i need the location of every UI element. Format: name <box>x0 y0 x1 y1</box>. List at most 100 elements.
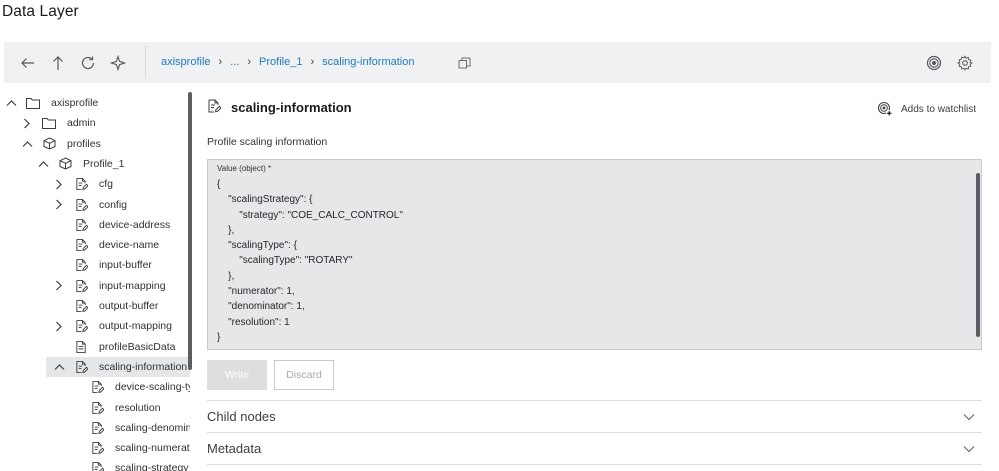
folder-icon <box>41 113 57 133</box>
toolbar-divider <box>145 46 146 79</box>
cube-icon <box>41 134 57 154</box>
tree-item-label: resolution <box>115 401 161 414</box>
breadcrumb-item-axisprofile[interactable]: axisprofile <box>161 56 211 68</box>
expander-placeholder <box>67 398 83 418</box>
document-edit-icon <box>89 377 105 397</box>
discard-button[interactable]: Discard <box>274 360 334 390</box>
breadcrumb-item-profile-1[interactable]: Profile_1 <box>259 56 302 68</box>
breadcrumb-separator-icon: › <box>247 56 252 68</box>
value-editor-scrollbar[interactable] <box>976 173 980 337</box>
breadcrumb: axisprofile › ... › Profile_1 › scaling-… <box>161 56 414 68</box>
tree-item[interactable]: scaling-strategy <box>67 458 189 471</box>
tree-item[interactable]: scaling-information <box>46 356 190 377</box>
watchlist-add-icon <box>877 101 893 117</box>
tree-item-label: axisprofile <box>51 97 99 109</box>
add-to-watchlist-button[interactable]: Adds to watchlist <box>877 101 976 117</box>
add-to-watchlist-label: Adds to watchlist <box>901 103 977 115</box>
toolbar: axisprofile › ... › Profile_1 › scaling-… <box>4 42 991 83</box>
node-title: scaling-information <box>231 100 352 115</box>
value-json-text[interactable]: { "scalingStrategy": { "strategy": "COE_… <box>217 177 403 345</box>
copy-icon[interactable] <box>453 52 475 74</box>
tree-item[interactable]: output-buffer <box>51 296 158 316</box>
chevron-right-icon[interactable] <box>19 113 35 133</box>
tree-item-label: Profile_1 <box>83 157 125 170</box>
folder-icon <box>25 93 41 113</box>
tree-item-label: admin <box>67 117 96 130</box>
document-edit-icon <box>73 316 89 336</box>
node-header: scaling-information <box>207 99 352 116</box>
tree-item-label: scaling-denomin <box>115 421 190 434</box>
chevron-right-icon[interactable] <box>51 316 67 336</box>
tree-item-label: cfg <box>99 178 114 191</box>
breadcrumb-separator-icon: › <box>218 56 223 68</box>
tree-item[interactable]: device-name <box>51 235 159 255</box>
chevron-up-icon[interactable] <box>3 93 19 113</box>
expander-placeholder <box>51 337 67 357</box>
chevron-down-icon <box>962 410 976 424</box>
document-edit-icon <box>73 195 89 215</box>
tree-scrollbar[interactable] <box>188 92 192 370</box>
chevron-right-icon[interactable] <box>51 174 67 194</box>
settings-gear-icon[interactable] <box>954 52 976 74</box>
document-edit-icon <box>73 276 89 296</box>
breadcrumb-item-ellipsis[interactable]: ... <box>230 56 239 68</box>
expander-placeholder <box>51 296 67 316</box>
tree-item[interactable]: profileBasicData <box>51 337 175 357</box>
chevron-right-icon[interactable] <box>51 195 67 215</box>
watchlist-icon[interactable] <box>923 52 945 74</box>
tree-item[interactable]: config <box>51 195 127 215</box>
tree-item[interactable]: profiles <box>19 134 101 154</box>
chevron-down-icon <box>962 442 976 456</box>
up-arrow-icon[interactable] <box>47 52 69 74</box>
tree-item-label: device-address <box>99 218 171 231</box>
write-button[interactable]: Write <box>207 360 267 390</box>
tree-item-label: profileBasicData <box>99 340 176 353</box>
breadcrumb-item-scaling-information[interactable]: scaling-information <box>322 56 414 68</box>
tree-item-label: output-buffer <box>99 300 159 312</box>
chevron-up-icon[interactable] <box>51 357 67 377</box>
tree-item[interactable]: device-address <box>51 215 170 235</box>
tree-view: axisprofile admin profiles Profile_1cfg conf… <box>0 91 190 471</box>
value-label: Value (object) * <box>217 164 272 173</box>
tree-item-label: input-buffer <box>99 259 152 272</box>
tree-item[interactable]: device-scaling-ty <box>67 377 190 397</box>
app-title: Data Layer <box>2 3 79 20</box>
tree-item[interactable]: axisprofile <box>3 93 98 113</box>
node-description: Profile scaling information <box>207 136 328 148</box>
chevron-right-icon[interactable] <box>51 276 67 296</box>
refresh-icon[interactable] <box>77 52 99 74</box>
section-title-metadata: Metadata <box>207 441 262 456</box>
tree-item[interactable]: scaling-denomin <box>67 418 190 438</box>
document-edit-icon <box>73 357 89 377</box>
section-divider <box>207 464 982 465</box>
section-title-child-nodes: Child nodes <box>207 409 276 424</box>
tree-item[interactable]: admin <box>19 113 96 133</box>
metadata-section[interactable]: Metadata <box>207 432 982 464</box>
locate-icon[interactable] <box>107 52 129 74</box>
tree-item[interactable]: cfg <box>51 174 113 194</box>
child-nodes-section[interactable]: Child nodes <box>207 400 982 432</box>
tree-item-label: scaling-strategy <box>115 462 189 471</box>
tree-item[interactable]: input-mapping <box>51 276 166 296</box>
document-edit-icon <box>73 235 89 255</box>
tree-item-label: input-mapping <box>99 279 166 292</box>
document-edit-icon <box>89 398 105 418</box>
value-editor[interactable]: Value (object) * { "scalingStrategy": { … <box>207 159 982 350</box>
back-arrow-icon[interactable] <box>17 52 39 74</box>
tree-item[interactable]: output-mapping <box>51 316 172 336</box>
document-edit-icon <box>73 296 89 316</box>
tree-item[interactable]: input-buffer <box>51 255 152 275</box>
expander-placeholder <box>51 215 67 235</box>
chevron-up-icon[interactable] <box>19 134 35 154</box>
tree-item-label: device-name <box>99 239 160 252</box>
document-edit-icon <box>89 458 105 471</box>
document-edit-icon <box>89 418 105 438</box>
expander-placeholder <box>67 438 83 458</box>
tree-item[interactable]: Profile_1 <box>35 154 124 174</box>
tree-item[interactable]: resolution <box>67 398 161 418</box>
tree-item-label: device-scaling-ty <box>115 381 190 394</box>
tree-item[interactable]: scaling-numerato <box>67 438 190 458</box>
expander-placeholder <box>51 255 67 275</box>
tree-item-label: scaling-information <box>99 360 188 373</box>
chevron-up-icon[interactable] <box>35 154 51 174</box>
